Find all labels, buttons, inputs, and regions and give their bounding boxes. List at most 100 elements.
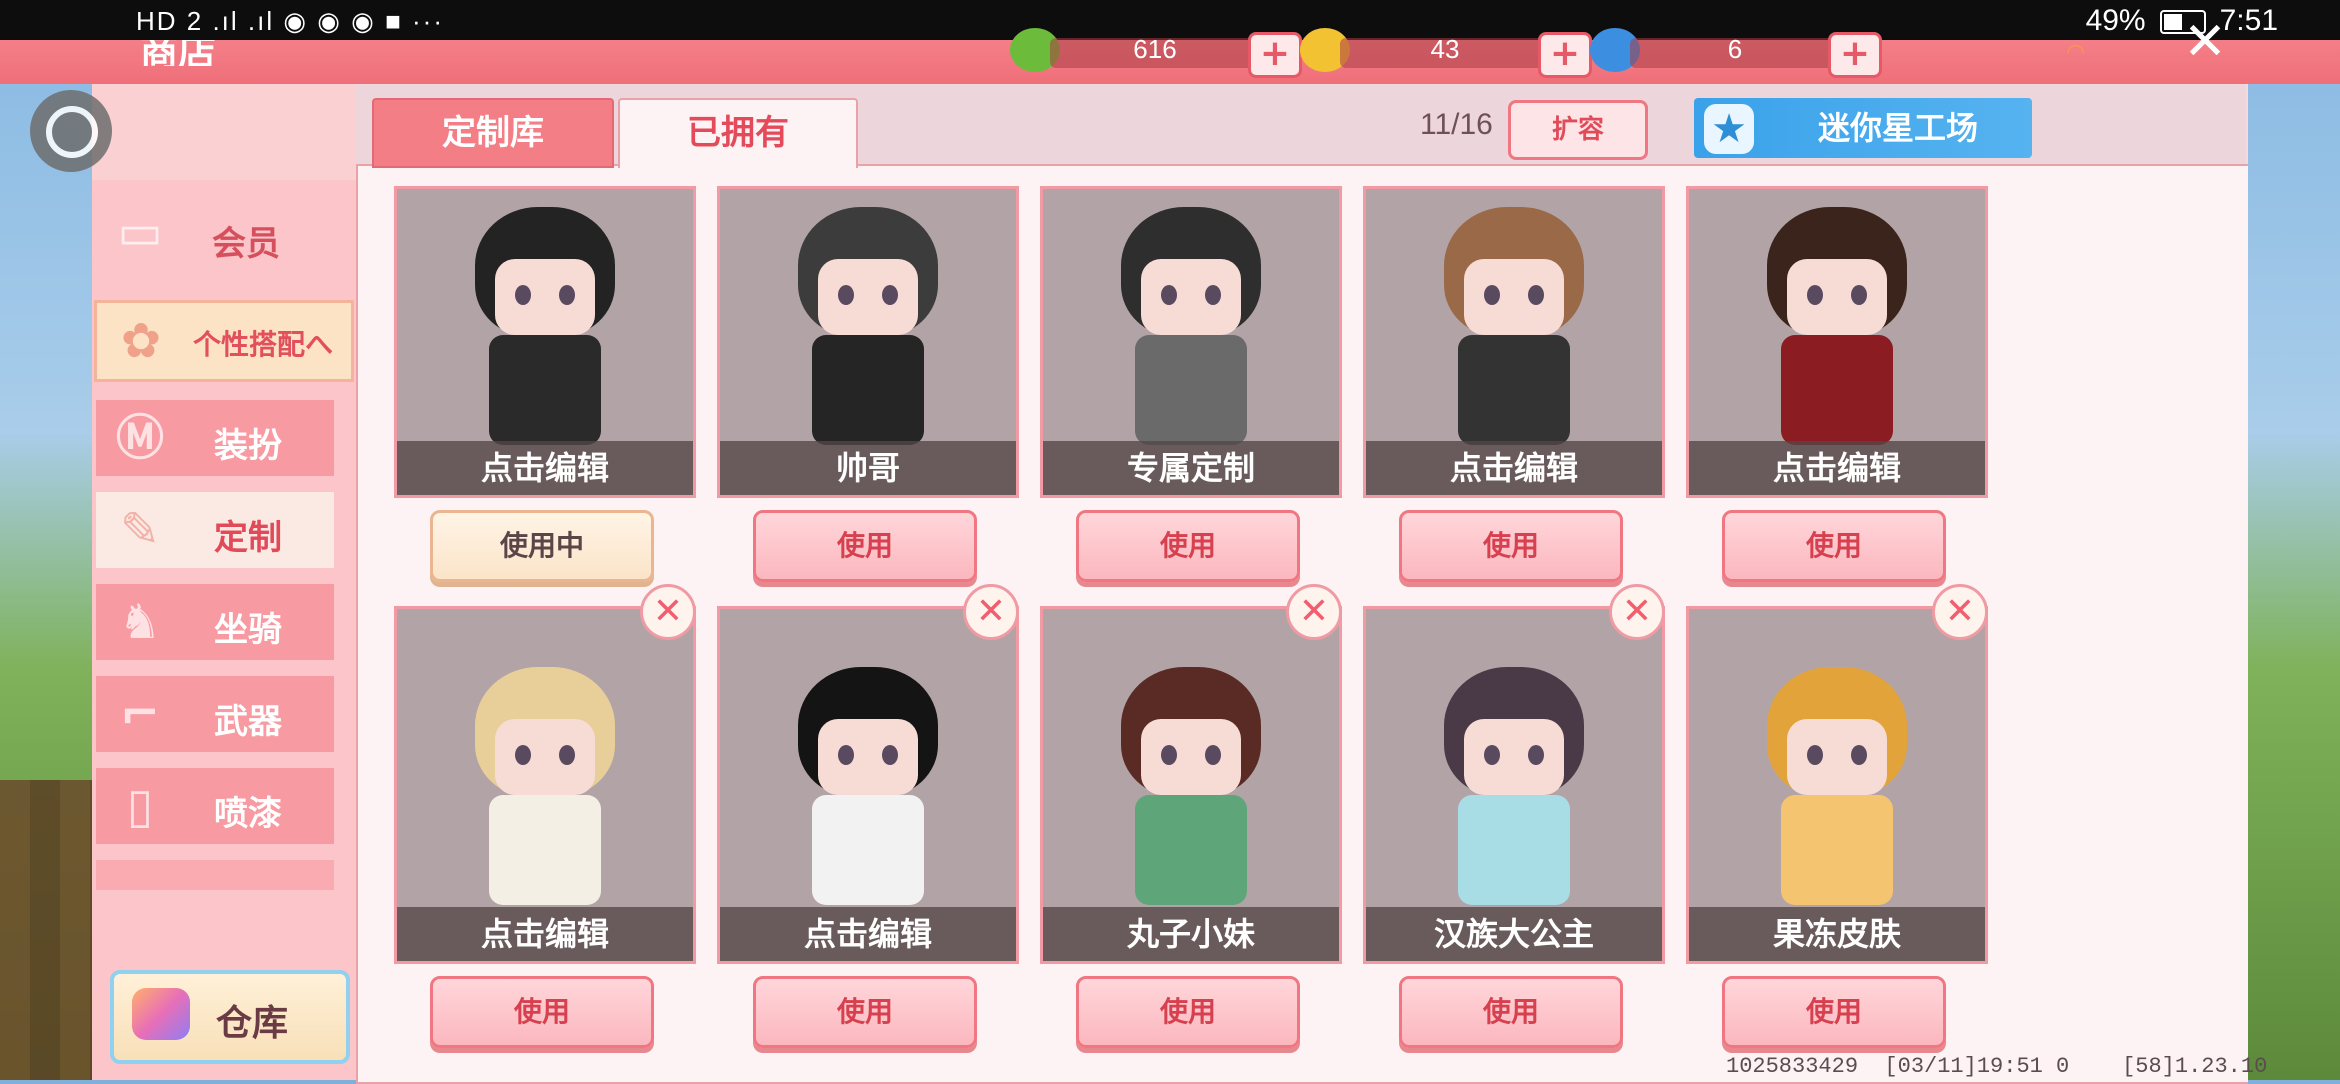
sidebar-item-weapon[interactable]: ⌐ 武器 [96, 676, 334, 752]
delete-icon[interactable]: ✕ [640, 584, 696, 640]
outfit-name: 点击编辑 [397, 441, 693, 495]
character-eye [1161, 285, 1177, 305]
add-currency-button[interactable]: + [1248, 32, 1302, 78]
build-info: 1025833429 [03/11]19:51 0 [58]1.23.10 [1726, 1054, 2268, 1079]
delete-icon[interactable]: ✕ [1932, 584, 1988, 640]
outfit-name: 点击编辑 [1366, 441, 1662, 495]
delete-icon[interactable]: ✕ [963, 584, 1019, 640]
sidebar-item-customize[interactable]: ✎ 定制 [96, 492, 334, 568]
character-eye [1807, 745, 1823, 765]
sidebar-item-label: 装扮 [214, 426, 282, 466]
warehouse-label: 仓库 [216, 1003, 289, 1044]
use-button[interactable]: 使用 [1399, 976, 1623, 1048]
outfit-name: 汉族大公主 [1366, 907, 1662, 961]
character-eye [559, 285, 575, 305]
shirt-icon: Ⓜ [115, 410, 164, 466]
outfit-name: 点击编辑 [397, 907, 693, 961]
character-face [1141, 719, 1241, 795]
outfit-card[interactable]: 汉族大公主 [1363, 606, 1665, 964]
signal-icon: ◠ [2066, 40, 2086, 65]
battery-percent: 49% [2085, 4, 2146, 37]
star-icon: ★ [1704, 104, 1754, 154]
use-button[interactable]: 使用 [430, 976, 654, 1048]
spray-can-icon: ▯ [126, 778, 154, 834]
delete-icon[interactable]: ✕ [1286, 584, 1342, 640]
pencil-ruler-icon: ✎ [119, 502, 161, 558]
sidebar-item-label: 定制 [214, 518, 282, 558]
sidebar-item-member[interactable]: ▭ 会员 [96, 194, 334, 284]
character-face [1787, 719, 1887, 795]
character-eye [1484, 745, 1500, 765]
tab-owned[interactable]: 已拥有 [618, 98, 858, 168]
character-eye [1205, 285, 1221, 305]
currency-value: 43 [1430, 34, 1460, 64]
close-icon[interactable]: ✕ [2180, 16, 2230, 68]
character-outfit [1135, 335, 1247, 445]
sidebar-header [92, 84, 356, 180]
character-eye [1205, 745, 1221, 765]
currency-value: 616 [1133, 34, 1177, 64]
use-button[interactable]: 使用 [753, 976, 977, 1048]
shop-title: 商店 [140, 40, 217, 66]
mount-icon: ♞ [118, 594, 162, 650]
character-outfit [1458, 335, 1570, 445]
character-eye [1528, 745, 1544, 765]
sidebar-item-personal-outfit[interactable]: ✿ 个性搭配へ [94, 300, 354, 382]
warehouse-icon [132, 988, 190, 1040]
warehouse-button[interactable]: 仓库 [110, 970, 350, 1064]
use-button[interactable]: 使用 [753, 510, 977, 582]
outfit-name: 丸子小妹 [1043, 907, 1339, 961]
member-card-icon: ▭ [117, 204, 163, 260]
character-face [1464, 719, 1564, 795]
outfit-card[interactable]: 点击编辑 [394, 606, 696, 964]
character-eye [882, 745, 898, 765]
use-button[interactable]: 使用 [1076, 976, 1300, 1048]
character-eye [515, 745, 531, 765]
delete-icon[interactable]: ✕ [1609, 584, 1665, 640]
outfit-card[interactable]: 点击编辑 [1686, 186, 1988, 498]
character-outfit [812, 795, 924, 905]
expand-button[interactable]: 扩容 [1508, 100, 1648, 160]
character-eye [515, 285, 531, 305]
outfit-name: 点击编辑 [720, 907, 1016, 961]
sidebar-item-dress-up[interactable]: Ⓜ 装扮 [96, 400, 334, 476]
character-eye [838, 285, 854, 305]
character-outfit [489, 335, 601, 445]
sidebar-item-more[interactable] [96, 860, 334, 890]
outfit-card[interactable]: 点击编辑 [1363, 186, 1665, 498]
sidebar-item-label: 喷漆 [214, 794, 282, 834]
ribbon-icon: ✿ [120, 313, 162, 369]
add-currency-button[interactable]: + [1538, 32, 1592, 78]
outfit-card[interactable]: 专属定制 [1040, 186, 1342, 498]
outfit-card[interactable]: 点击编辑 [394, 186, 696, 498]
add-currency-button[interactable]: + [1828, 32, 1882, 78]
outfit-card[interactable]: 果冻皮肤 [1686, 606, 1988, 964]
outfit-card[interactable]: 点击编辑 [717, 606, 1019, 964]
character-face [495, 259, 595, 335]
character-face [818, 719, 918, 795]
character-eye [1528, 285, 1544, 305]
outfit-card[interactable]: 帅哥 [717, 186, 1019, 498]
character-eye [882, 285, 898, 305]
floating-assistant-icon[interactable] [30, 90, 112, 172]
character-eye [1851, 285, 1867, 305]
use-button[interactable]: 使用 [1722, 510, 1946, 582]
sidebar-item-mount[interactable]: ♞ 坐骑 [96, 584, 334, 660]
character-eye [1851, 745, 1867, 765]
slot-count: 11/16 [1420, 108, 1493, 141]
mini-workshop-button[interactable]: ★ 迷你星工场 [1694, 98, 2032, 158]
use-button[interactable]: 使用 [1722, 976, 1946, 1048]
currency-value: 6 [1727, 34, 1743, 64]
sidebar-item-spray[interactable]: ▯ 喷漆 [96, 768, 334, 844]
use-button[interactable]: 使用 [1399, 510, 1623, 582]
in-use-button[interactable]: 使用中 [430, 510, 654, 582]
character-eye [1161, 745, 1177, 765]
character-outfit [489, 795, 601, 905]
tab-custom-library[interactable]: 定制库 [372, 98, 614, 168]
sidebar-item-label: 武器 [214, 702, 282, 742]
sidebar-item-label: 会员 [212, 224, 280, 264]
outfit-name: 果冻皮肤 [1689, 907, 1985, 961]
character-outfit [1458, 795, 1570, 905]
outfit-card[interactable]: 丸子小妹 [1040, 606, 1342, 964]
use-button[interactable]: 使用 [1076, 510, 1300, 582]
